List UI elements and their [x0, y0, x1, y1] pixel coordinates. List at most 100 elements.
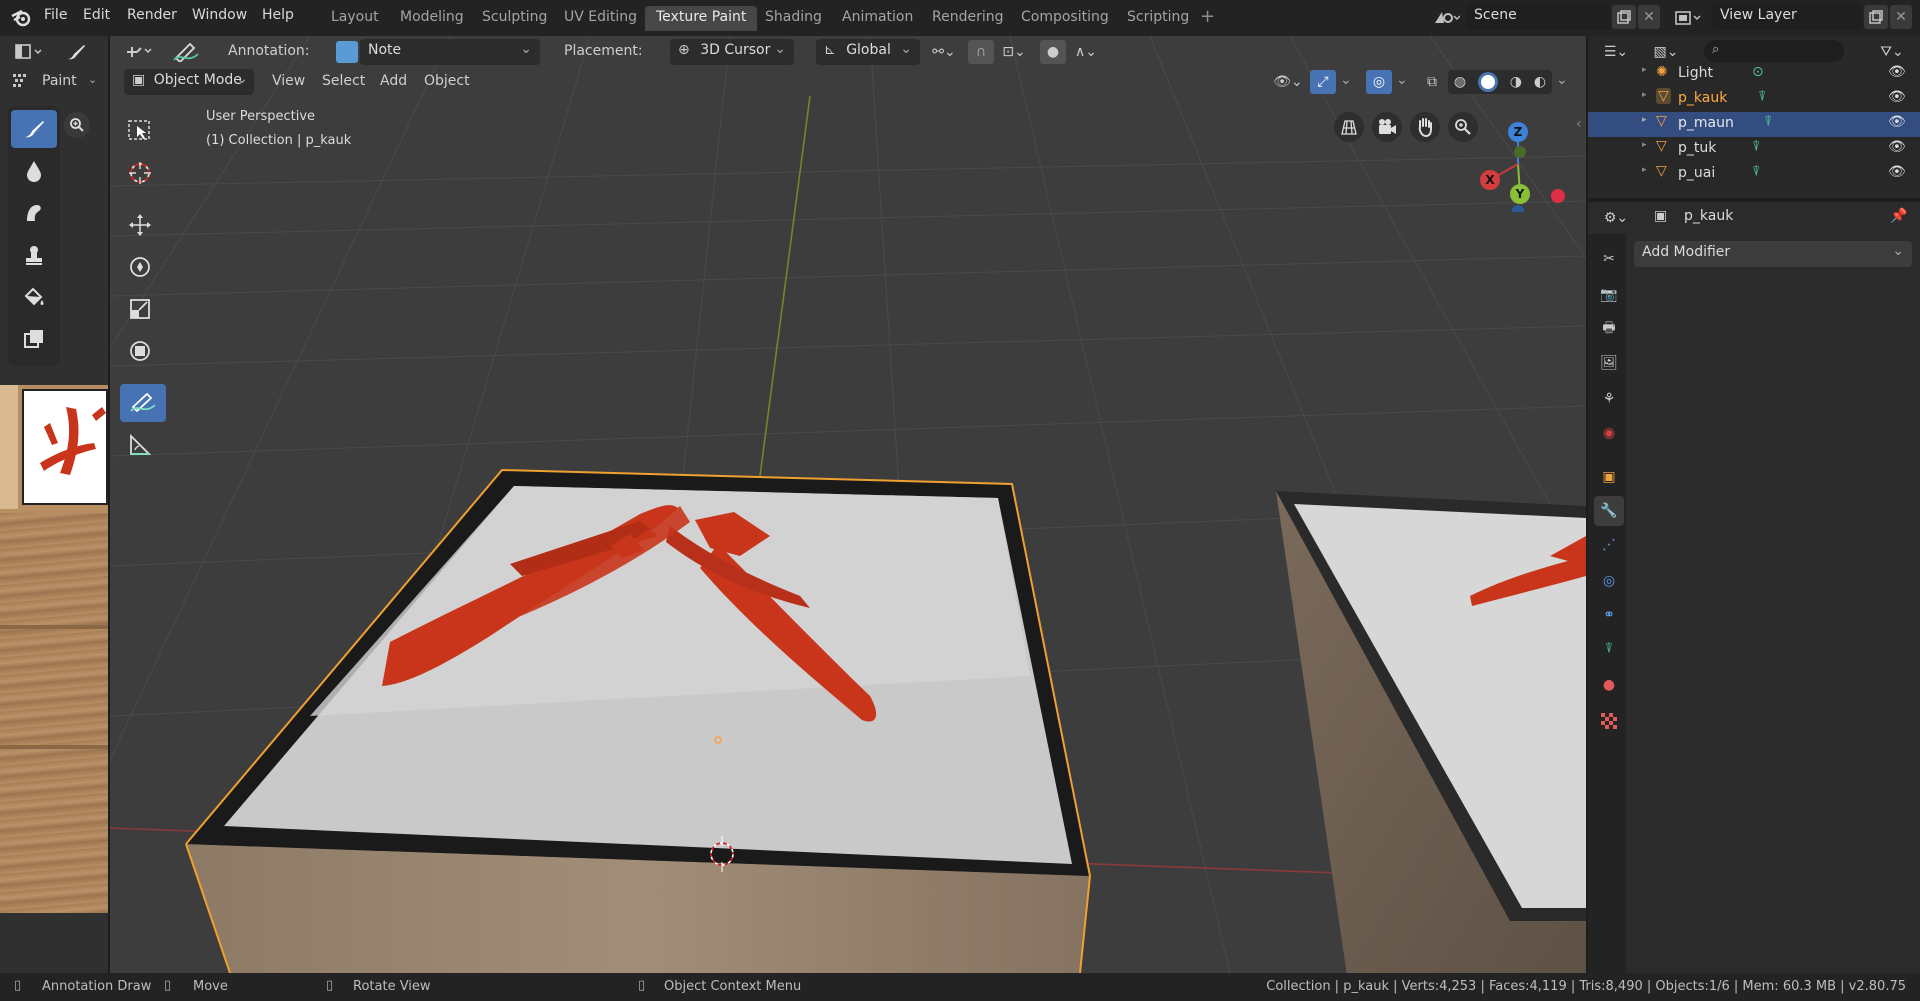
tab-output[interactable]: 🖶 — [1594, 314, 1624, 344]
annotate-pen-icon[interactable] — [170, 38, 202, 64]
chevron-down-icon[interactable]: ⌄ — [1556, 72, 1568, 88]
outliner-item-p-maun[interactable]: ▸ ▽ p_maun ⍒ 👁 — [1588, 112, 1920, 137]
add-menu[interactable]: Add — [380, 73, 407, 89]
visibility-eye-icon[interactable]: 👁 — [1888, 139, 1906, 155]
chevron-down-icon[interactable]: ⌄ — [1396, 72, 1408, 88]
wireframe-shading-icon[interactable]: ◍ — [1454, 74, 1466, 90]
display-mode-icon[interactable]: ▧⌄ — [1648, 40, 1684, 64]
tab-scripting[interactable]: Scripting — [1116, 6, 1200, 31]
solid-shading-icon[interactable] — [1477, 72, 1498, 92]
outliner-item-p-uai[interactable]: ▸ ▽ p_uai ⍒ 👁 — [1588, 162, 1920, 187]
placement-dropdown[interactable]: ⊕ 3D Cursor ⌄ — [670, 39, 794, 65]
new-scene-icon[interactable] — [1612, 5, 1636, 29]
scene-name-field[interactable]: Scene — [1466, 4, 1610, 30]
transform-tool[interactable] — [120, 332, 160, 370]
outliner-item-light[interactable]: ▸ ✺ Light ⊙ 👁 — [1588, 62, 1920, 87]
visibility-eye-icon[interactable]: 👁 — [1888, 114, 1906, 130]
tab-uv-editing[interactable]: UV Editing — [553, 6, 648, 31]
add-modifier-dropdown[interactable]: Add Modifier ⌄ — [1634, 241, 1912, 267]
menu-render[interactable]: Render — [127, 7, 177, 23]
tab-object[interactable]: ▣ — [1594, 462, 1624, 492]
proportional-edit-icon[interactable]: ● — [1040, 40, 1066, 64]
navigation-gizmo[interactable]: Z Y X — [1470, 112, 1570, 212]
mask-tool[interactable] — [11, 320, 57, 358]
menu-window[interactable]: Window — [192, 7, 247, 23]
move-tool[interactable] — [120, 206, 160, 244]
tab-animation[interactable]: Animation — [831, 6, 924, 31]
menu-help[interactable]: Help — [262, 7, 294, 23]
expand-arrow-icon[interactable]: ▸ — [1642, 140, 1647, 150]
tab-physics[interactable]: ◎ — [1594, 566, 1624, 596]
paint-mode-dropdown[interactable]: Paint — [42, 73, 77, 89]
annotation-tool-icon[interactable] — [122, 38, 158, 64]
tab-compositing[interactable]: Compositing — [1010, 6, 1120, 31]
tab-texture[interactable] — [1594, 706, 1624, 736]
zoom-icon[interactable] — [64, 112, 90, 138]
gizmo-toggle-icon[interactable]: ⤢ — [1310, 70, 1336, 94]
tab-view-layer[interactable]: 🖼 — [1594, 348, 1624, 378]
annotation-layer-dropdown[interactable]: Note ⌄ — [360, 39, 540, 65]
properties-editor-type-icon[interactable]: ⚙⌄ — [1598, 206, 1634, 230]
scale-tool[interactable] — [120, 290, 160, 328]
visibility-selector-icon[interactable]: 👁⌄ — [1268, 70, 1308, 94]
add-workspace-icon[interactable]: + — [1200, 6, 1215, 27]
toggle-ortho-icon[interactable] — [1334, 112, 1364, 142]
transform-orientation-dropdown[interactable]: ⊾ Global ⌄ — [816, 39, 920, 65]
cursor-tool[interactable] — [120, 154, 160, 192]
select-box-tool[interactable] — [120, 112, 160, 150]
snap-icon[interactable]: ∩ — [968, 40, 994, 64]
tab-render[interactable]: 📷 — [1594, 280, 1624, 310]
pivot-point-icon[interactable]: ⚯⌄ — [926, 40, 962, 64]
snap-target-icon[interactable]: ⊡⌄ — [996, 40, 1032, 64]
tab-modeling[interactable]: Modeling — [389, 6, 475, 31]
3d-viewport[interactable]: Annotation: Note ⌄ Placement: ⊕ 3D Curso… — [110, 36, 1586, 973]
soften-tool[interactable] — [11, 152, 57, 190]
brush-icon[interactable] — [60, 40, 92, 64]
view-layer-selector-icon[interactable] — [1670, 6, 1706, 30]
chevron-down-icon[interactable]: ⌄ — [1340, 72, 1352, 88]
delete-view-layer-icon[interactable]: ✕ — [1890, 5, 1912, 29]
tab-modifiers[interactable]: 🔧 — [1594, 496, 1624, 526]
draw-brush-tool[interactable] — [11, 110, 57, 148]
expand-arrow-icon[interactable]: ▸ — [1642, 90, 1647, 100]
new-view-layer-icon[interactable] — [1864, 5, 1888, 29]
tab-constraints[interactable]: ⚭ — [1594, 600, 1624, 630]
outliner-item-p-tuk[interactable]: ▸ ▽ p_tuk ⍒ 👁 — [1588, 137, 1920, 162]
outliner-editor-type-icon[interactable]: ☰⌄ — [1598, 40, 1634, 64]
tab-shading[interactable]: Shading — [754, 6, 833, 31]
overlays-toggle-icon[interactable]: ◎ — [1366, 70, 1392, 94]
chevron-down-icon[interactable]: ⌄ — [88, 73, 97, 86]
editor-type-icon[interactable] — [10, 40, 50, 64]
rotate-tool[interactable] — [120, 248, 160, 286]
camera-view-icon[interactable] — [1372, 112, 1402, 142]
expand-arrow-icon[interactable]: ▸ — [1642, 115, 1647, 125]
smear-tool[interactable] — [11, 194, 57, 232]
material-shading-icon[interactable]: ◑ — [1510, 74, 1522, 90]
visibility-eye-icon[interactable]: 👁 — [1888, 89, 1906, 105]
object-menu[interactable]: Object — [424, 73, 470, 89]
outliner-item-p-kauk[interactable]: ▸ ▽ p_kauk ⍒ 👁 — [1588, 87, 1920, 112]
gizmo-y-axis[interactable]: Y — [1510, 184, 1530, 204]
falloff-icon[interactable]: ∧⌄ — [1068, 40, 1104, 64]
annotate-tool[interactable] — [120, 384, 166, 422]
filter-icon[interactable]: ⛛⌄ — [1874, 40, 1910, 64]
annotation-color-swatch[interactable] — [336, 41, 358, 63]
tab-world[interactable]: ◉ — [1594, 418, 1624, 448]
visibility-eye-icon[interactable]: 👁 — [1888, 164, 1906, 180]
delete-scene-icon[interactable]: ✕ — [1638, 5, 1660, 29]
view-menu[interactable]: View — [272, 73, 305, 89]
measure-tool[interactable] — [120, 426, 160, 464]
tab-object-data[interactable]: ⍒ — [1594, 634, 1624, 664]
xray-toggle-icon[interactable]: ⧉ — [1420, 70, 1444, 94]
outliner-search-input[interactable]: ⌕ — [1704, 40, 1844, 62]
clone-tool[interactable] — [11, 236, 57, 274]
pan-view-hand-icon[interactable] — [1410, 112, 1440, 142]
gizmo-x-axis[interactable]: X — [1480, 170, 1500, 190]
expand-arrow-icon[interactable]: ▸ — [1642, 65, 1647, 75]
expand-arrow-icon[interactable]: ▸ — [1642, 165, 1647, 175]
tab-texture-paint[interactable]: Texture Paint — [645, 6, 758, 31]
object-mode-dropdown[interactable]: ▣ Object Mode ⌄ — [124, 69, 254, 95]
menu-edit[interactable]: Edit — [83, 7, 110, 23]
tab-tool[interactable]: ✂ — [1594, 244, 1624, 274]
visibility-eye-icon[interactable]: 👁 — [1888, 64, 1906, 80]
